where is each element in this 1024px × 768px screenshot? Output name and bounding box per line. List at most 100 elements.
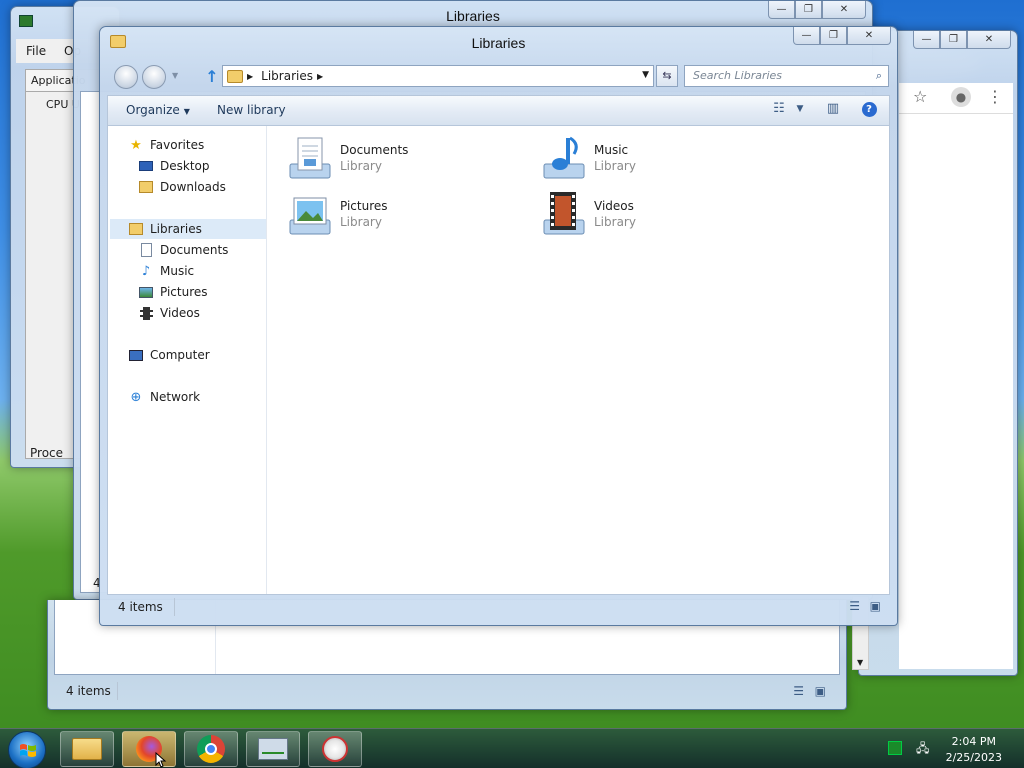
details-view-icon[interactable]: ☰ [793,684,804,698]
profile-icon[interactable]: ● [951,87,971,107]
tray-app-icon[interactable] [888,741,902,755]
nav-computer[interactable]: Computer [128,345,210,365]
network-icon: ⊕ [130,389,142,405]
refresh-button[interactable]: ⇆ [656,65,678,87]
library-documents[interactable]: Documents Library [286,134,516,186]
back-button[interactable] [114,65,138,89]
task-manager-icon [258,738,288,760]
mouse-cursor-icon [155,752,167,768]
bookmark-star-icon[interactable]: ☆ [913,87,927,106]
nav-label: Music [160,264,195,278]
navigation-bar: ▼ ↑ ▶ Libraries ▶ ▼ ⇆ Search Libraries ⌕ [108,63,889,91]
library-type: Library [594,215,636,229]
menu-file[interactable]: File [26,44,46,58]
gauge-icon [322,736,348,762]
nav-label: Pictures [160,285,208,299]
music-note-icon: ♪ [141,263,151,279]
explorer-folder-icon [72,738,102,760]
caption-buttons: — ❐ ✕ [768,1,866,19]
library-pictures[interactable]: Pictures Library [286,190,516,242]
taskbar-explorer[interactable] [60,731,114,767]
preview-view-icon[interactable]: ▣ [870,599,881,613]
library-music[interactable]: Music Library [540,134,770,186]
pictures-icon [138,284,154,300]
minimize-button[interactable]: — [913,31,940,49]
taskbar-app[interactable] [308,731,362,767]
downloads-folder-icon [138,179,154,195]
nav-downloads[interactable]: Downloads [138,177,226,197]
caption-buttons: — ❐ ✕ [793,27,891,45]
taskbar-firefox[interactable] [122,731,176,767]
nav-libraries[interactable]: Libraries [110,219,266,239]
computer-icon [128,347,144,363]
explorer-body: ★ Favorites Desktop Downloads Libraries … [107,125,890,595]
windows-logo-icon [20,744,36,757]
chrome-content [899,113,1013,669]
chrome-icon [197,735,225,763]
start-button[interactable] [8,731,46,768]
library-videos[interactable]: Videos Library [540,190,770,242]
change-view-icon[interactable]: ☷ [769,101,789,119]
help-icon[interactable]: ? [859,101,879,119]
search-input[interactable]: Search Libraries ⌕ [684,65,889,87]
library-name: Pictures [340,199,388,213]
breadcrumb-arrow-icon[interactable]: ▶ [247,72,253,81]
view-options-chevron-icon[interactable]: ▼ [790,104,810,122]
libraries-folder-icon [128,221,144,237]
close-button[interactable]: ✕ [847,27,891,45]
breadcrumb-arrow-icon[interactable]: ▶ [317,72,323,81]
nav-videos[interactable]: Videos [138,303,200,323]
network-tray-icon[interactable]: 🖧 [916,741,930,755]
nav-label: Libraries [150,222,202,236]
nav-music[interactable]: ♪ Music [138,261,194,281]
address-bar[interactable]: ▶ Libraries ▶ ▼ [222,65,654,87]
window-title: Libraries [446,8,500,24]
minimize-button[interactable]: — [793,27,820,45]
breadcrumb-libraries[interactable]: Libraries [261,69,313,83]
nav-pictures[interactable]: Pictures [138,282,208,302]
close-button[interactable]: ✕ [822,1,866,19]
nav-network[interactable]: ⊕ Network [128,387,201,407]
chrome-caption-buttons: — ❐ ✕ [913,31,1011,49]
taskbar: 🖧 2:04 PM 2/25/2023 [0,728,1024,768]
minimize-button[interactable]: — [768,1,795,19]
details-view-icon[interactable]: ☰ [849,599,860,613]
nav-desktop[interactable]: Desktop [138,156,210,176]
preview-pane-icon[interactable]: ▥ [823,101,843,119]
library-type: Library [594,159,636,173]
libraries-window[interactable]: Libraries — ❐ ✕ ▼ ↑ ▶ Libraries ▶ ▼ ⇆ Se… [99,26,898,626]
preview-view-icon[interactable]: ▣ [815,684,826,698]
recent-pages-chevron-icon[interactable]: ▼ [172,71,178,80]
maximize-button[interactable]: ❐ [795,1,822,19]
nav-label: Desktop [160,159,210,173]
scroll-down-icon[interactable]: ▼ [857,658,863,667]
library-type: Library [340,159,382,173]
maximize-button[interactable]: ❐ [820,27,847,45]
status-count: 4 items [118,600,163,614]
command-bar: Organize ▼ New library ☷ ▼ ▥ ? [107,95,890,125]
search-icon[interactable]: ⌕ [876,66,882,86]
nav-favorites[interactable]: ★ Favorites [128,135,204,155]
status-count: 4 items [66,684,111,698]
maximize-button[interactable]: ❐ [940,31,967,49]
organize-button[interactable]: Organize ▼ [126,103,190,117]
taskbar-task-manager[interactable] [246,731,300,767]
library-name: Documents [340,143,409,157]
close-button[interactable]: ✕ [967,31,1011,49]
address-dropdown-icon[interactable]: ▼ [642,70,649,80]
navigation-pane: ★ Favorites Desktop Downloads Libraries … [108,126,267,594]
chrome-menu-icon[interactable]: ⋮ [987,87,1003,106]
libraries-folder-icon [227,69,243,83]
nav-label: Network [150,390,201,404]
taskbar-chrome[interactable] [184,731,238,767]
up-arrow-icon[interactable]: ↑ [202,67,222,87]
status-separator [117,682,118,700]
status-separator [174,598,175,616]
forward-button[interactable] [142,65,166,89]
clock-time: 2:04 PM [951,735,996,748]
new-library-button[interactable]: New library [217,103,286,117]
nav-label: Videos [160,306,200,320]
nav-documents[interactable]: Documents [138,240,228,260]
system-clock[interactable]: 2:04 PM 2/25/2023 [946,734,1002,766]
nav-label: Downloads [160,180,226,194]
